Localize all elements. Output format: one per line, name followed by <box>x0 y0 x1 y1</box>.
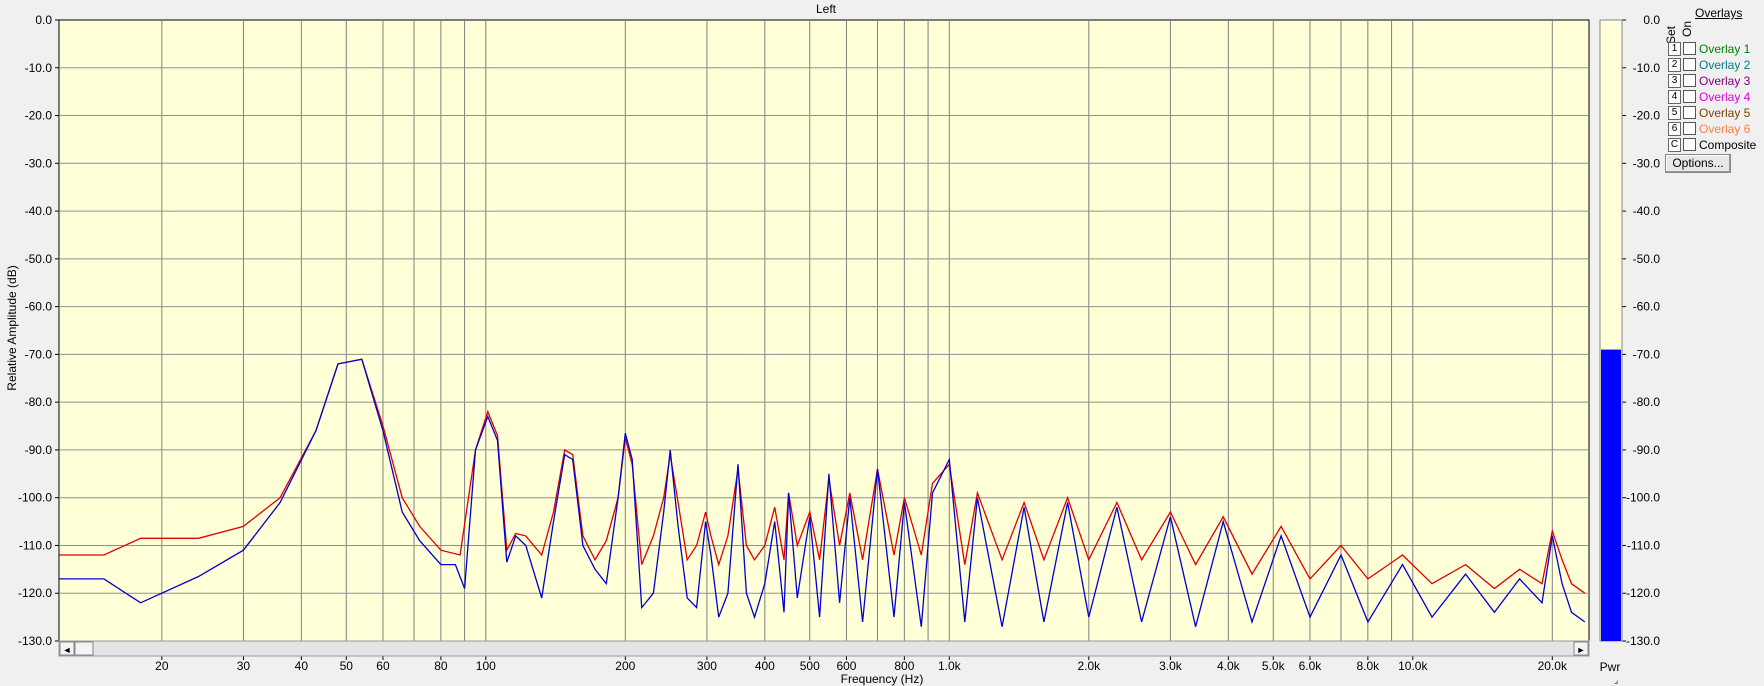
y-tick-label: -110.0 <box>19 538 52 552</box>
x-tick-label: 6.0k <box>1299 659 1323 673</box>
scroll-thumb[interactable] <box>74 641 94 656</box>
y-tick-label-right: -120.0 <box>1626 586 1660 600</box>
y-tick-label: -30.0 <box>25 156 53 170</box>
scroll-left-arrow-icon: ◄ <box>63 645 72 655</box>
y-tick-label: -90.0 <box>25 443 53 457</box>
x-tick-label: 200 <box>615 659 635 673</box>
x-axis: 20 30 40 50 60 80 100 200 300 400 500 600 800 1.0k 2.0… <box>155 656 1568 673</box>
overlay-checkbox[interactable] <box>1683 74 1696 87</box>
x-tick-label: 20.0k <box>1538 659 1568 673</box>
x-tick-label: 80 <box>434 659 448 673</box>
y-tick-label: -100.0 <box>18 491 52 505</box>
y-tick-label-right: -90.0 <box>1633 443 1661 457</box>
overlay-set-button[interactable]: 5 <box>1668 106 1681 120</box>
y-tick-label-right: -100.0 <box>1626 491 1660 505</box>
y-tick-label-right: -80.0 <box>1633 395 1661 409</box>
y-tick-label: -80.0 <box>25 395 53 409</box>
x-tick-label: 500 <box>800 659 820 673</box>
overlay-checkbox[interactable] <box>1683 58 1696 71</box>
x-tick-label: 30 <box>237 659 251 673</box>
y-tick-label: -70.0 <box>25 347 53 361</box>
chart-title: Left <box>816 2 837 16</box>
overlay-set-button[interactable]: 3 <box>1668 74 1681 88</box>
y-tick-label-right: -130.0 <box>1626 634 1660 648</box>
overlay-checkbox[interactable] <box>1683 42 1696 55</box>
y-tick-label: -120.0 <box>18 586 52 600</box>
overlay-checkbox[interactable] <box>1683 90 1696 103</box>
overlay-label: Overlay 5 <box>1699 106 1751 120</box>
y-tick-label: -10.0 <box>25 61 53 75</box>
x-tick-label: 40 <box>295 659 309 673</box>
spectrum-chart: Left 0.0 -10.0 -20.0 -30.0 -40.0 -50.0 -60.0 -7… <box>5 2 1660 686</box>
y-tick-label-right: 0.0 <box>1643 13 1660 27</box>
overlay-checkbox[interactable] <box>1683 122 1696 135</box>
overlay-set-button[interactable]: 4 <box>1668 90 1681 104</box>
y-tick-label-right: -50.0 <box>1633 252 1661 266</box>
y-tick-label-right: -60.0 <box>1633 300 1661 314</box>
overlay-label: Overlay 2 <box>1699 58 1751 72</box>
overlay-checkbox[interactable] <box>1683 106 1696 119</box>
x-tick-label: 10.0k <box>1398 659 1428 673</box>
y-tick-label-right: -110.0 <box>1627 538 1660 552</box>
overlay-label: Overlay 4 <box>1699 90 1751 104</box>
x-tick-label: 3.0k <box>1159 659 1183 673</box>
power-meter-fill <box>1601 349 1621 641</box>
x-tick-label: 600 <box>836 659 856 673</box>
y-tick-label: 0.0 <box>35 13 52 27</box>
x-tick-label: 60 <box>376 659 390 673</box>
options-button[interactable]: Options... <box>1665 154 1731 173</box>
composite-label: Composite <box>1699 138 1757 152</box>
y-tick-label-right: -40.0 <box>1633 204 1661 218</box>
y-tick-label: -20.0 <box>25 109 53 123</box>
y-tick-label-right: -10.0 <box>1633 61 1661 75</box>
x-tick-label: 20 <box>155 659 169 673</box>
composite-set-button[interactable]: C <box>1668 138 1681 152</box>
y-tick-label: -50.0 <box>25 252 53 266</box>
y-axis-right: 0.0 -10.0 -20.0 -30.0 -40.0 -50.0 -60.0 -70.0 -8… <box>1622 13 1660 648</box>
scroll-right-arrow-icon: ► <box>1577 645 1586 655</box>
y-axis: 0.0 -10.0 -20.0 -30.0 -40.0 -50.0 -60.0 -70.0 -8… <box>18 13 59 648</box>
resize-grip-icon[interactable]: ⌟ <box>1614 675 1618 685</box>
overlay-set-button[interactable]: 6 <box>1668 122 1681 136</box>
x-tick-label: 1.0k <box>938 659 962 673</box>
x-tick-label: 8.0k <box>1357 659 1381 673</box>
overlay-label: Overlay 1 <box>1699 42 1751 56</box>
composite-checkbox[interactable] <box>1683 138 1696 151</box>
y-tick-label-right: -30.0 <box>1633 156 1661 170</box>
y-tick-label-right: -20.0 <box>1633 109 1661 123</box>
overlays-title: Overlays <box>1695 6 1743 20</box>
x-tick-label: 5.0k <box>1262 659 1286 673</box>
y-tick-label: -40.0 <box>25 204 53 218</box>
overlay-set-button[interactable]: 2 <box>1668 58 1681 72</box>
x-tick-label: 300 <box>697 659 717 673</box>
x-tick-label: 4.0k <box>1217 659 1241 673</box>
y-axis-label: Relative Amplitude (dB) <box>5 265 19 390</box>
y-tick-label-right: -70.0 <box>1633 347 1661 361</box>
power-meter-label: Pwr <box>1600 660 1621 674</box>
overlay-label: Overlay 3 <box>1699 74 1751 88</box>
y-tick-label: -60.0 <box>25 300 53 314</box>
horizontal-scrollbar[interactable] <box>58 640 1590 657</box>
overlay-set-button[interactable]: 1 <box>1668 42 1681 56</box>
on-header: On <box>1680 20 1694 37</box>
x-tick-label: 2.0k <box>1077 659 1101 673</box>
x-axis-label: Frequency (Hz) <box>841 672 924 686</box>
x-tick-label: 400 <box>755 659 775 673</box>
y-tick-label: -130.0 <box>18 634 52 648</box>
x-tick-label: 800 <box>894 659 914 673</box>
overlay-label: Overlay 6 <box>1699 122 1751 136</box>
x-tick-label: 100 <box>476 659 496 673</box>
x-tick-label: 50 <box>340 659 354 673</box>
